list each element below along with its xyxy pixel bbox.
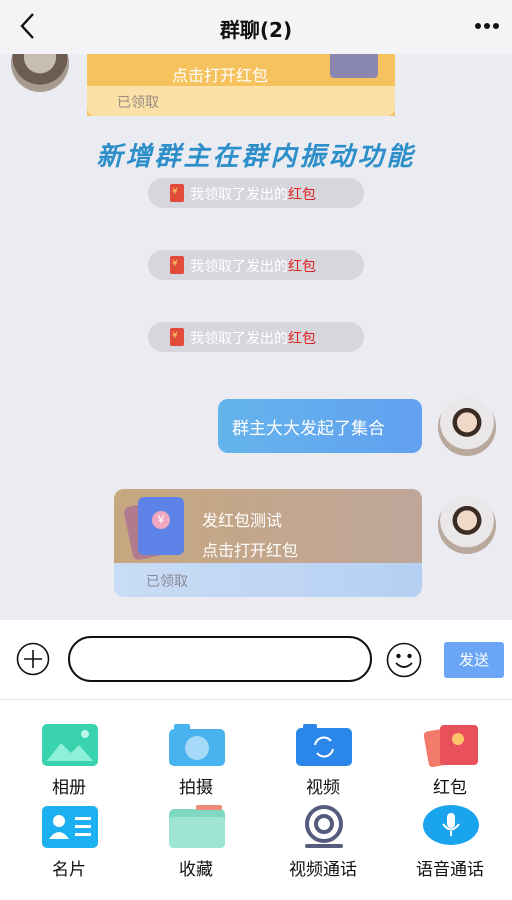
panel-item-video[interactable]: 视频 xyxy=(273,723,373,803)
plus-icon[interactable] xyxy=(16,642,50,676)
more-icon[interactable] xyxy=(472,14,502,38)
panel-item-favorites[interactable]: 收藏 xyxy=(146,805,246,885)
panel-item-red-packet[interactable]: 红包 xyxy=(400,723,500,803)
input-bar: 发送 xyxy=(0,620,512,700)
folder-icon xyxy=(169,805,225,848)
red-packet-message[interactable]: 发红包测试 点击打开红包 已领取 xyxy=(114,489,422,597)
panel-item-album[interactable]: 相册 xyxy=(19,723,119,803)
function-panel: 相册 拍摄 视频 红包 名片 收藏 视频通话 语音通话 xyxy=(0,701,512,900)
album-icon xyxy=(42,724,98,766)
system-notice: 我领取了发出的红包 xyxy=(148,322,364,352)
video-call-icon xyxy=(305,805,343,848)
send-button[interactable]: 发送 xyxy=(444,642,504,678)
panel-item-voice-call[interactable]: 语音通话 xyxy=(400,805,500,885)
red-packet-icon xyxy=(170,256,184,274)
red-packet-envelope-icon xyxy=(138,497,184,555)
red-packet-icon xyxy=(423,725,478,767)
red-packet-footer: 已领取 xyxy=(114,563,422,597)
red-packet-icon xyxy=(170,328,184,346)
message-input[interactable] xyxy=(68,636,372,682)
system-notice: 我领取了发出的红包 xyxy=(148,178,364,208)
red-packet-open-text: 点击打开红包 xyxy=(202,541,299,560)
video-icon xyxy=(296,724,352,766)
system-notice: 我领取了发出的红包 xyxy=(148,250,364,280)
camera-icon xyxy=(169,724,225,766)
red-packet-footer: 已领取 xyxy=(87,86,395,116)
chat-bubble[interactable]: 群主大大发起了集合 xyxy=(218,399,422,453)
red-packet-title: 发红包测试 xyxy=(202,511,283,530)
announcement-banner: 新增群主在群内振动功能 xyxy=(96,142,416,172)
panel-item-video-call[interactable]: 视频通话 xyxy=(273,805,373,885)
red-packet-open-text: 点击打开红包 xyxy=(172,66,269,85)
red-packet-icon xyxy=(170,184,184,202)
voice-call-icon xyxy=(423,805,479,845)
panel-item-card[interactable]: 名片 xyxy=(19,805,119,885)
panel-item-camera[interactable]: 拍摄 xyxy=(146,723,246,803)
emoji-icon[interactable] xyxy=(386,642,422,678)
card-icon xyxy=(42,806,98,848)
my-avatar[interactable] xyxy=(438,398,496,456)
page-title: 群聊(2) xyxy=(219,18,293,42)
avatar[interactable] xyxy=(11,54,69,92)
chat-area[interactable]: 点击打开红包 已领取 新增群主在群内振动功能 我领取了发出的红包 我领取了发出的… xyxy=(0,54,512,620)
nav-bar: 群聊(2) xyxy=(0,0,512,54)
my-avatar[interactable] xyxy=(438,496,496,554)
